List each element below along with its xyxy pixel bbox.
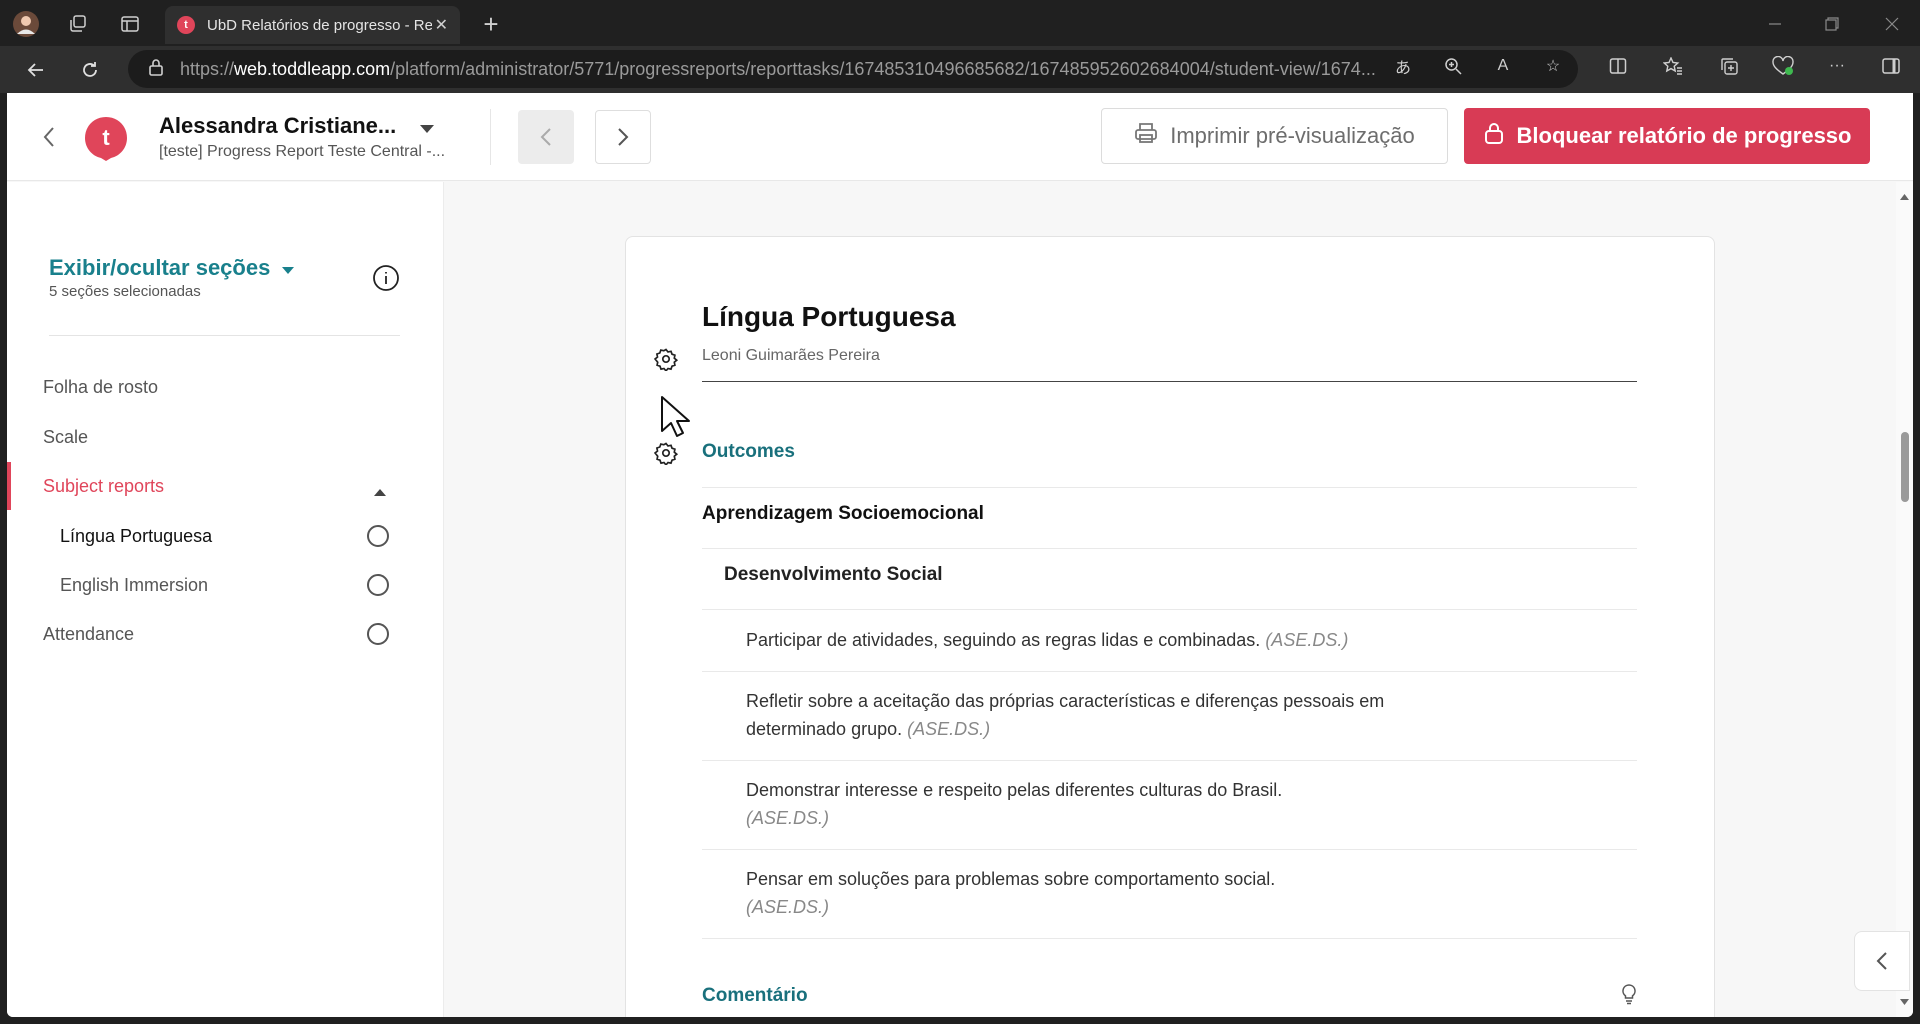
lock-progress-report-label: Bloquear relatório de progresso [1516,123,1852,148]
header-divider [490,109,491,165]
row-divider [702,938,1637,939]
favorite-star-icon[interactable]: ☆ [1542,55,1564,77]
sidebar-item-label: Língua Portuguesa [60,525,213,546]
row-divider [702,671,1637,672]
row-divider [702,548,1637,549]
lock-icon [1483,121,1505,151]
browser-window: t UbD Relatórios de progresso - Re ✕ + h… [0,0,1920,1024]
profile-avatar[interactable] [10,8,42,40]
tab-favicon: t [177,16,195,34]
report-main-area: Língua Portuguesa Leoni Guimarães Pereir… [445,182,1893,1017]
scroll-down-icon[interactable] [1899,993,1910,1011]
settings-gear-icon[interactable] [653,441,679,467]
subject-report-card: Língua Portuguesa Leoni Guimarães Pereir… [625,236,1715,1017]
favorites-icon[interactable] [1662,55,1684,77]
sidebar-item-attendance[interactable]: Attendance [7,610,444,658]
status-radio [367,525,389,547]
svg-text:t: t [102,125,110,150]
row-divider [702,849,1637,850]
report-name: [teste] Progress Report Teste Central -.… [159,143,446,160]
close-tab-icon[interactable]: ✕ [435,15,448,35]
tab-actions-icon[interactable] [114,8,146,40]
scrollbar-thumb[interactable] [1901,432,1909,502]
new-tab-icon[interactable]: + [475,8,507,40]
sidebar-toggle-icon[interactable] [1880,55,1902,77]
expand-panel-button[interactable] [1854,931,1910,991]
sidebar-item-scale[interactable]: Scale [7,413,444,461]
outcome-item: Demonstrar interesse e respeito pelas di… [746,780,1283,828]
info-icon[interactable] [372,264,400,292]
browser-tab-active[interactable]: t UbD Relatórios de progresso - Re ✕ [165,6,460,44]
show-hide-sections-toggle[interactable]: Exibir/ocultar seções [49,255,270,281]
collections-icon[interactable] [1718,55,1740,77]
row-divider [702,609,1637,610]
settings-gear-icon[interactable] [653,347,679,373]
sidebar-item-folha-de-rosto[interactable]: Folha de rosto [7,363,444,411]
close-window-icon[interactable] [1872,8,1912,40]
printer-icon [1134,121,1158,151]
outcome-group-title: Aprendizagem Socioemocional [702,503,984,524]
scroll-up-icon[interactable] [1899,188,1910,206]
next-student-button[interactable] [595,110,651,164]
status-radio [367,623,389,645]
page-viewport: t Alessandra Cristiane... [teste] Progre… [7,93,1913,1017]
lock-icon[interactable] [148,58,164,81]
sidebar-item-label: Folha de rosto [43,376,159,397]
zoom-icon[interactable] [1442,55,1464,77]
tab-title: UbD Relatórios de progresso - Re [207,16,432,34]
reload-icon[interactable] [74,54,106,86]
outcomes-heading: Outcomes [702,441,795,462]
sections-selected-count: 5 seções selecionadas [49,283,201,300]
chevron-down-icon[interactable] [281,262,295,280]
tab-strip: t UbD Relatórios de progresso - Re ✕ + [0,0,1920,46]
outcome-item: Participar de atividades, seguindo as re… [746,630,1349,650]
restore-icon[interactable] [1812,8,1852,40]
sidebar-item-label: Attendance [43,623,135,644]
back-icon[interactable] [33,121,65,153]
mouse-cursor-icon [660,395,692,444]
url-text[interactable]: https://web.toddleapp.com/platform/admin… [180,59,1390,80]
teacher-name: Leoni Guimarães Pereira [702,347,880,364]
sidebar-item-lingua-portuguesa[interactable]: Língua Portuguesa [7,512,444,560]
row-divider [702,487,1637,488]
subject-title: Língua Portuguesa [702,301,956,332]
workspaces-icon[interactable] [62,8,94,40]
outcome-item: Refletir sobre a aceitação das próprias … [746,691,1385,739]
print-preview-button[interactable]: Imprimir pré-visualização [1101,108,1448,164]
sidebar-divider [49,335,400,336]
app-header: t Alessandra Cristiane... [teste] Progre… [7,93,1913,181]
sidebar-item-subject-reports[interactable]: Subject reports [7,462,444,510]
browser-toolbar: https://web.toddleapp.com/platform/admin… [0,46,1920,93]
sidebar-item-label: Scale [43,426,89,447]
sidebar-item-label: Subject reports [43,475,165,496]
student-name[interactable]: Alessandra Cristiane... [159,113,396,139]
lightbulb-icon[interactable] [1618,983,1640,1005]
browser-back-icon[interactable] [20,54,52,86]
read-aloud-icon[interactable]: A [1492,55,1514,77]
outcome-subgroup-title: Desenvolvimento Social [724,564,943,585]
status-radio [367,574,389,596]
toddle-logo: t [83,115,129,161]
translate-icon[interactable]: あ [1392,55,1414,77]
chevron-down-icon[interactable] [419,121,435,139]
row-divider [702,760,1637,761]
print-preview-label: Imprimir pré-visualização [1170,123,1415,148]
minimize-icon[interactable] [1755,8,1795,40]
page-scrollbar[interactable] [1896,182,1913,1017]
comment-heading: Comentário [702,985,808,1006]
address-bar[interactable]: https://web.toddleapp.com/platform/admin… [128,50,1578,88]
lock-progress-report-button[interactable]: Bloquear relatório de progresso [1464,108,1870,164]
sidebar-item-label: English Immersion [60,574,209,595]
more-options-icon[interactable]: ··· [1826,55,1848,77]
chevron-up-icon[interactable] [373,481,387,502]
browser-essentials-icon[interactable] [1772,55,1794,77]
split-screen-icon[interactable] [1607,55,1629,77]
sections-sidebar: Exibir/ocultar seções 5 seções seleciona… [7,182,444,1017]
outcome-item: Pensar em soluções para problemas sobre … [746,869,1276,917]
title-divider [702,381,1637,382]
previous-student-button[interactable] [518,110,574,164]
sidebar-item-english-immersion[interactable]: English Immersion [7,561,444,609]
